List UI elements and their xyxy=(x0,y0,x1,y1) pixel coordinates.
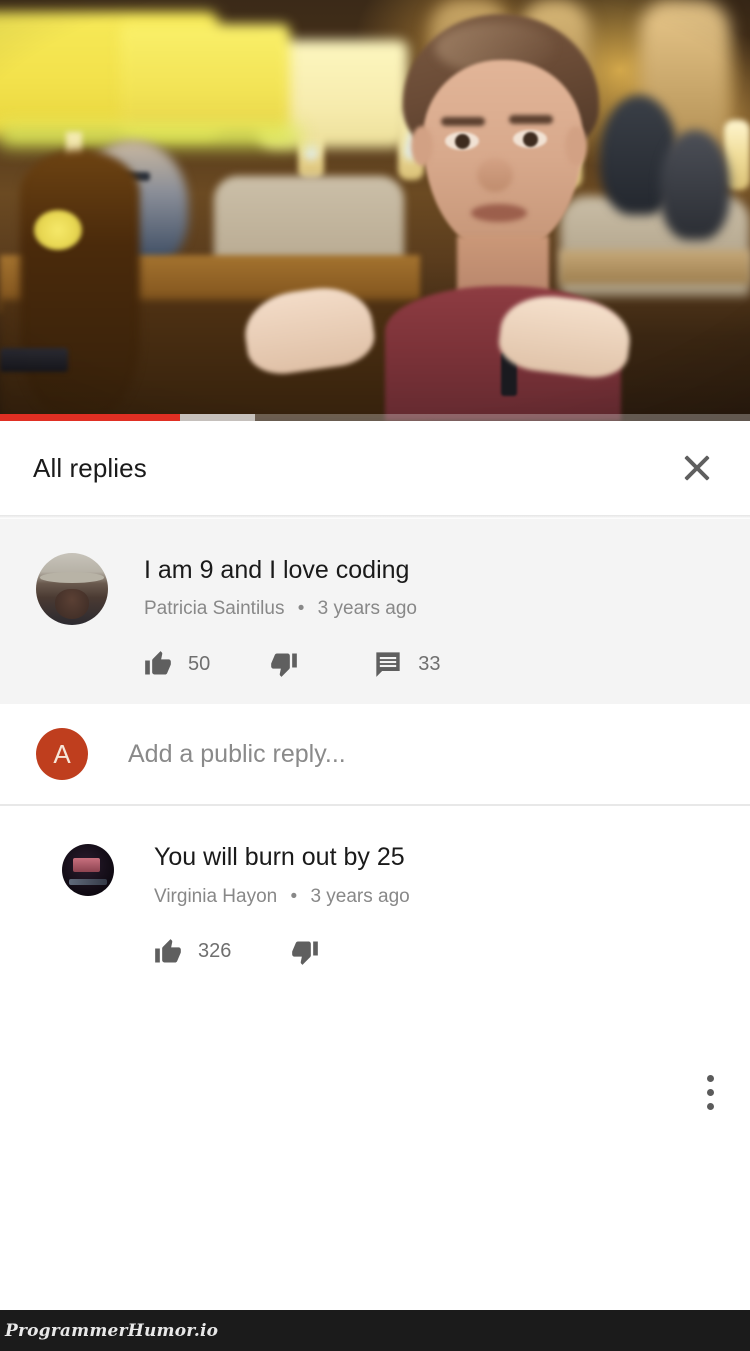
avatar[interactable] xyxy=(62,844,114,897)
avatar-image xyxy=(62,844,114,897)
overflow-menu-icon xyxy=(706,1103,714,1110)
watermark-bar: ProgrammerHumor.io xyxy=(0,1310,750,1351)
thumb-down-icon xyxy=(292,941,319,965)
comment-text: You will burn out by 25 xyxy=(154,843,405,872)
video-frame xyxy=(0,0,750,421)
comment-timestamp: 3 years ago xyxy=(317,598,417,620)
comment-author: Virginia Hayon xyxy=(154,885,278,907)
avatar-image xyxy=(36,553,108,625)
comment-actions: 50 33 xyxy=(144,650,726,678)
reply-input[interactable]: Add a public reply... xyxy=(128,740,726,769)
reply-count: 33 xyxy=(418,652,441,675)
video-vignette xyxy=(0,0,750,421)
all-replies-sheet: All replies I am 9 and I love coding Pat… xyxy=(0,421,750,1310)
watermark-text: ProgrammerHumor.io xyxy=(5,1320,219,1341)
reply-count-button[interactable]: 33 xyxy=(374,651,441,678)
like-count: 50 xyxy=(188,652,211,675)
video-progress-bar[interactable] xyxy=(0,414,750,421)
comment-body: You will burn out by 25 Virginia Hayon •… xyxy=(154,840,726,965)
meta-separator: • xyxy=(290,885,298,907)
video-progress-played xyxy=(0,414,180,421)
dislike-button[interactable] xyxy=(270,650,314,678)
overflow-menu-icon xyxy=(706,1075,714,1082)
comment-item[interactable]: I am 9 and I love coding Patricia Sainti… xyxy=(0,519,750,705)
page-title: All replies xyxy=(33,452,147,483)
overflow-menu-icon xyxy=(706,1089,714,1096)
video-player[interactable] xyxy=(0,0,750,421)
comment-author: Patricia Saintilus xyxy=(144,598,285,620)
comment-meta: Patricia Saintilus • 3 years ago xyxy=(144,598,726,620)
close-icon xyxy=(681,452,713,484)
add-reply-row[interactable]: A Add a public reply... xyxy=(0,704,750,805)
comment-overflow-menu-button[interactable] xyxy=(696,1075,724,1110)
thumb-up-icon xyxy=(145,651,171,675)
comment-bubble-icon xyxy=(376,652,400,678)
meta-separator: • xyxy=(297,598,305,620)
comment-meta: Virginia Hayon • 3 years ago xyxy=(154,886,726,908)
comment-body: I am 9 and I love coding Patricia Sainti… xyxy=(144,553,726,678)
sheet-header: All replies xyxy=(0,421,750,515)
comment-timestamp: 3 years ago xyxy=(310,885,410,907)
like-button[interactable]: 50 xyxy=(144,650,210,678)
comment-text: I am 9 and I love coding xyxy=(144,556,410,584)
dislike-button[interactable] xyxy=(291,938,335,966)
thumb-up-icon xyxy=(155,938,181,962)
comment-item[interactable]: You will burn out by 25 Virginia Hayon •… xyxy=(0,806,750,991)
close-button[interactable] xyxy=(668,439,726,497)
thumb-down-icon xyxy=(271,653,298,678)
like-button[interactable]: 326 xyxy=(154,938,231,966)
avatar[interactable] xyxy=(36,553,108,625)
like-count: 326 xyxy=(198,940,232,962)
current-user-avatar[interactable]: A xyxy=(36,728,88,781)
comment-actions: 326 xyxy=(154,938,726,966)
youtube-comments-screen: All replies I am 9 and I love coding Pat… xyxy=(0,0,750,1351)
